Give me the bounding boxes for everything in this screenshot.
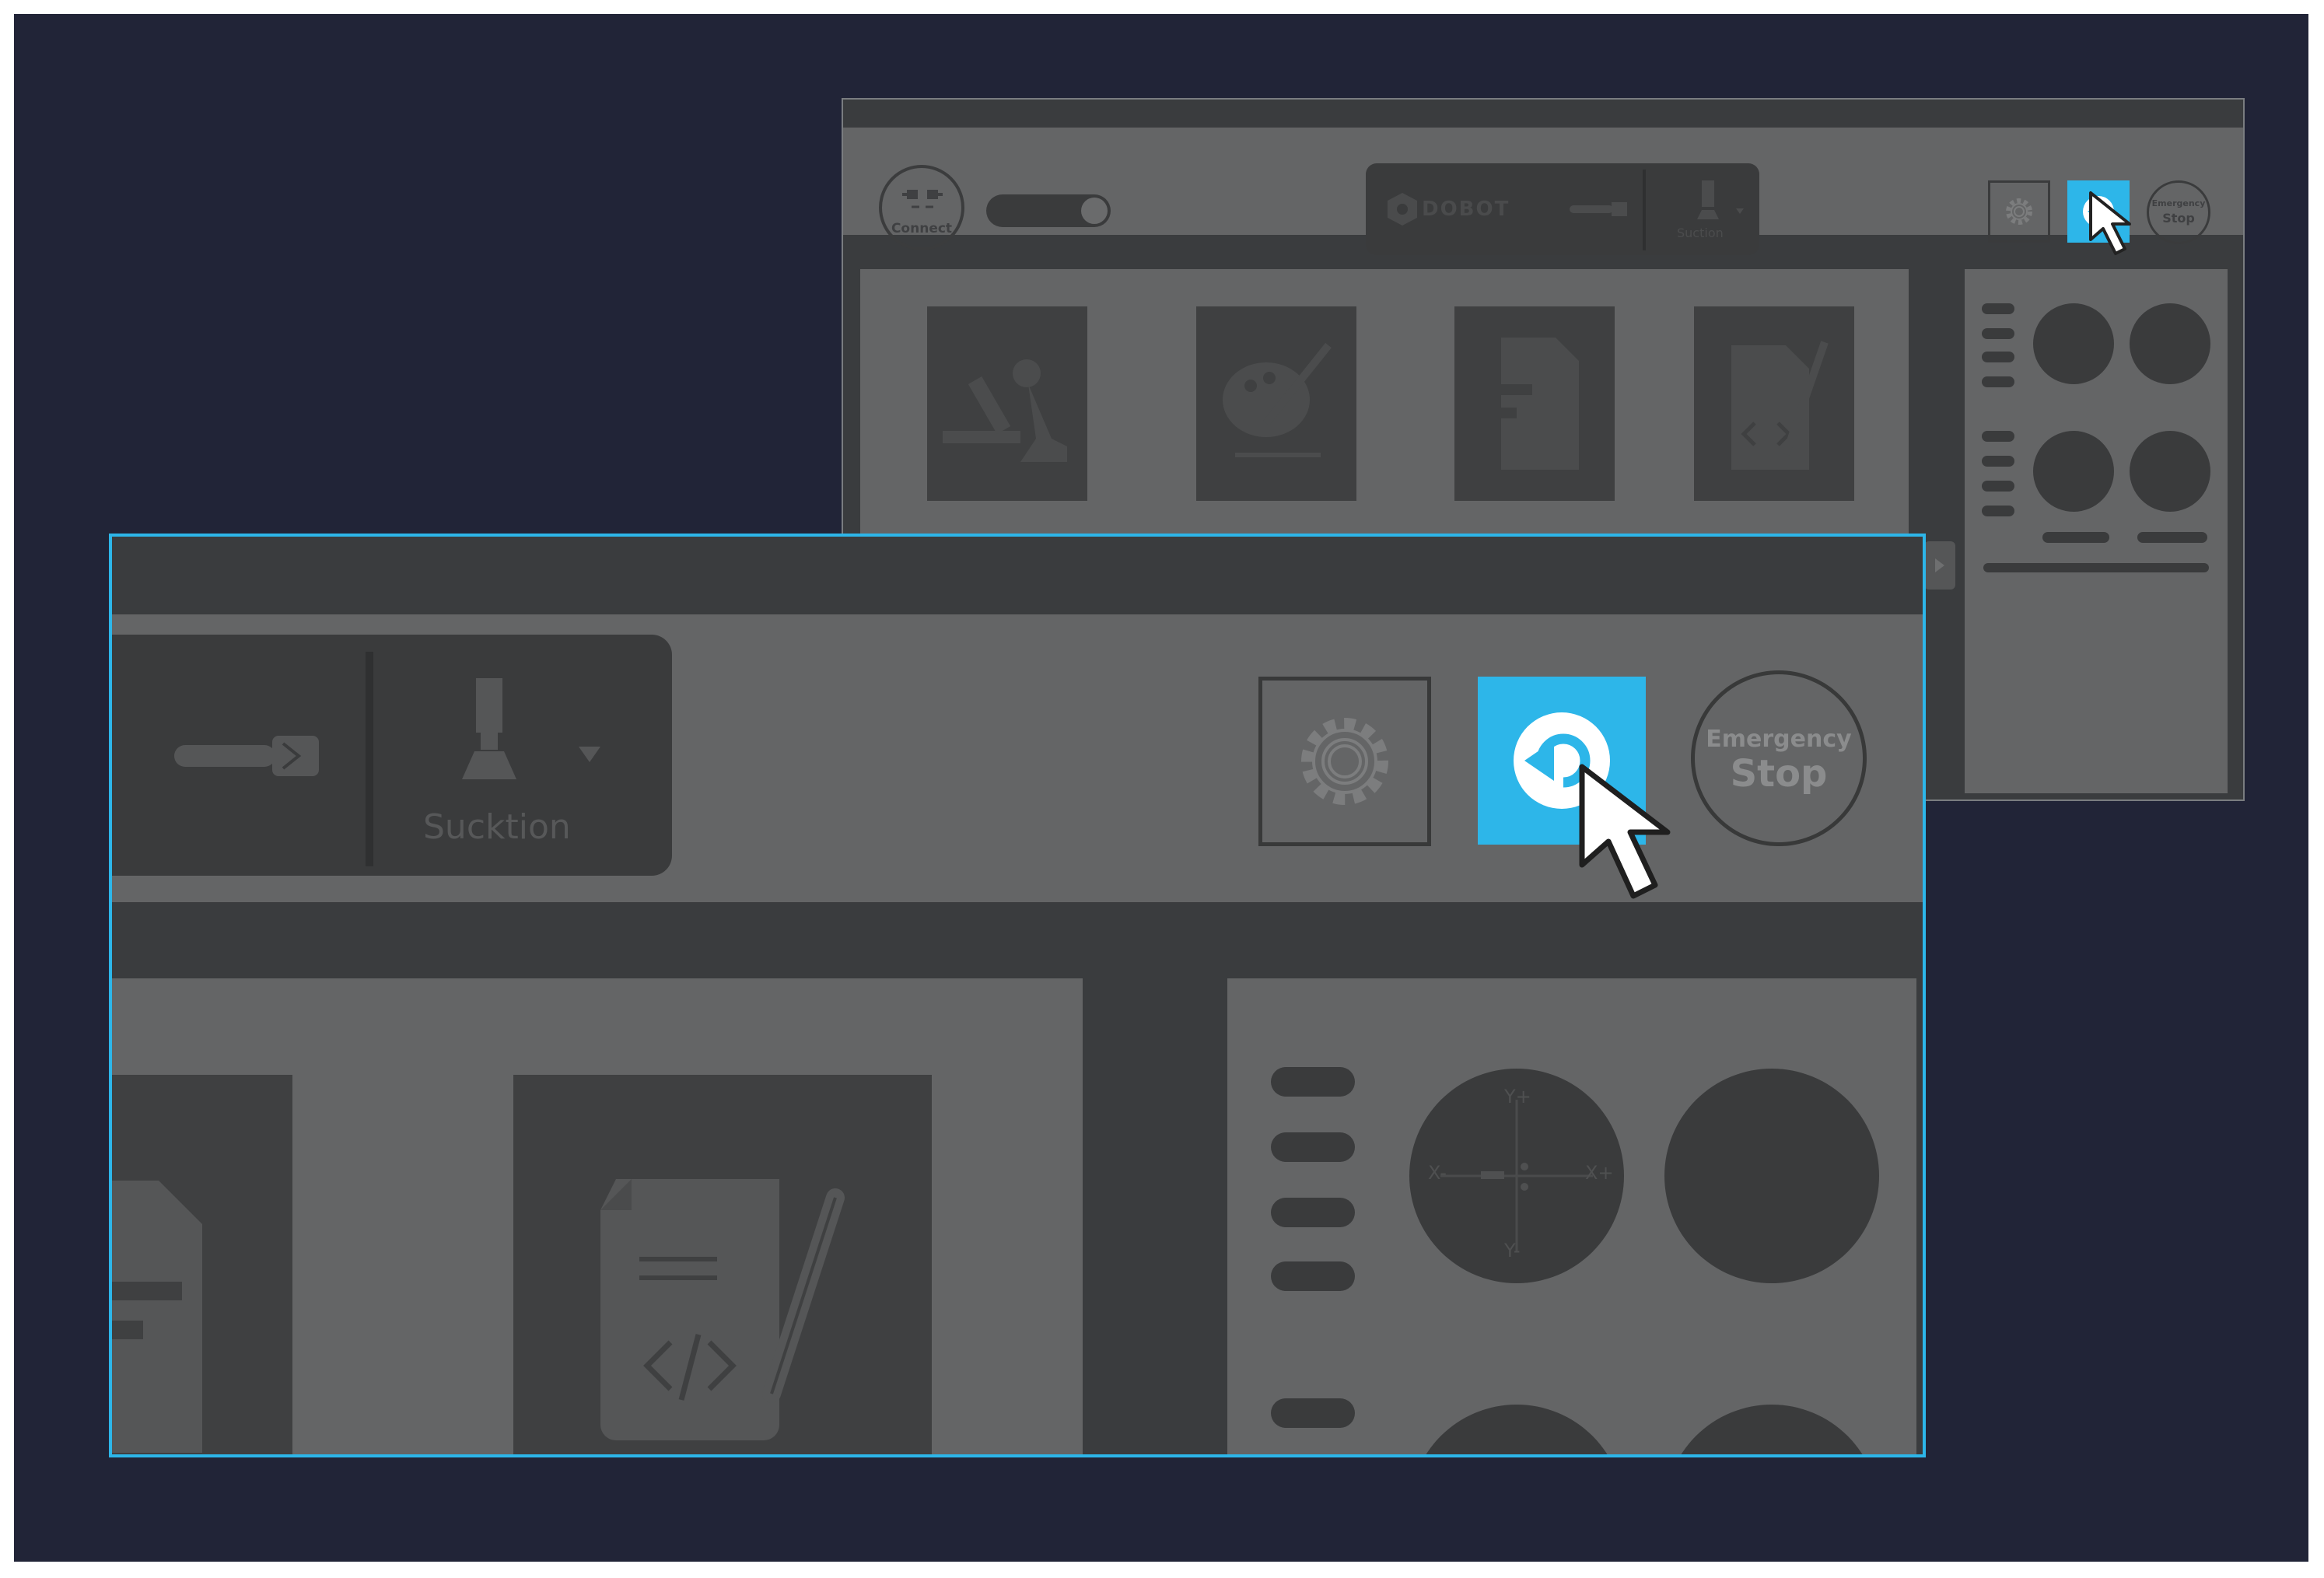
jog-mode-pill[interactable] bbox=[1271, 1398, 1355, 1428]
document-laser-icon bbox=[112, 1181, 202, 1453]
gripper-icon bbox=[1570, 202, 1627, 216]
emergency-stop-button[interactable]: Emergency Stop bbox=[1691, 670, 1867, 846]
emergency-stop-button[interactable]: Emergency Stop bbox=[2147, 180, 2210, 244]
emergency-label: Emergency bbox=[2151, 198, 2206, 208]
jog-mode-pill[interactable] bbox=[1982, 303, 2014, 314]
settings-button[interactable] bbox=[1988, 180, 2050, 243]
suction-cup-icon bbox=[462, 678, 516, 779]
end-effector-label: Suction bbox=[1677, 226, 1724, 240]
jog-pad[interactable] bbox=[1664, 1405, 1879, 1454]
jog-y-minus-label: Y- bbox=[1504, 1240, 1521, 1261]
tool-panel bbox=[112, 978, 1083, 1454]
suction-cup-icon bbox=[1697, 180, 1719, 219]
connection-toggle[interactable] bbox=[986, 194, 1111, 227]
jog-mode-pill[interactable] bbox=[1982, 431, 2014, 442]
z-jog-pad[interactable] bbox=[2130, 303, 2210, 384]
progress-bar bbox=[1983, 563, 2209, 572]
jog-mode-pill[interactable] bbox=[1982, 506, 2014, 516]
jog-mode-pill[interactable] bbox=[1982, 376, 2014, 387]
code-document-icon bbox=[600, 1179, 845, 1440]
tool-tile-robot-arm[interactable] bbox=[927, 306, 1087, 501]
jog-mode-pill[interactable] bbox=[1271, 1067, 1355, 1097]
chevron-right-icon bbox=[1935, 558, 1944, 572]
toggle-knob[interactable] bbox=[1081, 198, 1108, 224]
tool-tile-script[interactable] bbox=[1694, 306, 1854, 501]
jog-mode-pill[interactable] bbox=[1271, 1198, 1355, 1227]
jog-mode-pill[interactable] bbox=[1982, 352, 2014, 362]
emergency-label: Emergency bbox=[1706, 726, 1852, 753]
z-jog-pad[interactable] bbox=[1664, 1069, 1879, 1283]
chevron-down-icon[interactable] bbox=[579, 747, 600, 762]
tool-tile-laser[interactable] bbox=[1454, 306, 1615, 501]
stop-label: Stop bbox=[2162, 211, 2195, 226]
device-brand: DOBOT bbox=[1422, 198, 1510, 221]
tool-tile-laser[interactable] bbox=[112, 1075, 292, 1454]
speed-bar[interactable] bbox=[2137, 532, 2207, 543]
jog-pad[interactable] bbox=[2130, 431, 2210, 512]
jog-pad[interactable] bbox=[1409, 1405, 1624, 1454]
jog-mode-pill[interactable] bbox=[1982, 456, 2014, 467]
end-effector-label: Sucktion bbox=[423, 807, 571, 847]
plug-icon bbox=[902, 190, 943, 208]
stage: Connect DOBOT Suction Emergency Stop Suc… bbox=[14, 14, 2308, 1562]
zoomed-toolbar: Sucktion Emergency Stop bbox=[112, 614, 1923, 902]
jog-panel bbox=[1965, 269, 2228, 793]
mouse-pointer-icon bbox=[2089, 191, 2131, 255]
connect-label: Connect bbox=[891, 221, 953, 236]
xy-jog-pad[interactable] bbox=[2033, 303, 2114, 384]
panel-collapse-handle[interactable] bbox=[1924, 541, 1955, 590]
device-divider bbox=[366, 652, 373, 866]
device-selector[interactable]: DOBOT Suction bbox=[1366, 163, 1759, 255]
device-selector[interactable]: Sucktion bbox=[112, 635, 672, 876]
jog-pad[interactable] bbox=[2033, 431, 2114, 512]
gear-icon bbox=[1301, 718, 1388, 805]
tool-tile-draw[interactable] bbox=[1196, 306, 1356, 501]
code-document-icon bbox=[1731, 341, 1829, 470]
connect-button[interactable]: Connect bbox=[879, 165, 964, 250]
jog-panel: Y+ Y- X+ X- bbox=[1227, 978, 1916, 1454]
speed-bar[interactable] bbox=[2042, 532, 2109, 543]
device-divider bbox=[1643, 170, 1646, 250]
robot-arm-icon bbox=[943, 359, 1067, 462]
gear-icon bbox=[2006, 198, 2032, 225]
jog-x-plus-label: X+ bbox=[1585, 1162, 1614, 1184]
zoomed-window: Sucktion Emergency Stop Y+ Y- X+ X- bbox=[109, 534, 1926, 1457]
stop-label: Stop bbox=[1730, 752, 1828, 796]
mouse-pointer-icon bbox=[1579, 764, 1671, 899]
document-laser-icon bbox=[1486, 338, 1579, 470]
tool-tile-script[interactable] bbox=[513, 1075, 932, 1454]
dobot-logo-icon bbox=[1388, 193, 1417, 226]
palette-icon bbox=[1223, 342, 1332, 457]
settings-button[interactable] bbox=[1258, 677, 1431, 846]
gripper-icon bbox=[174, 736, 319, 776]
xy-jog-pad[interactable]: Y+ Y- X+ X- bbox=[1409, 1069, 1624, 1283]
jog-mode-pill[interactable] bbox=[1982, 328, 2014, 339]
top-toolbar: Connect DOBOT Suction Emergency Stop bbox=[843, 128, 2243, 255]
jog-mode-pill[interactable] bbox=[1982, 481, 2014, 492]
chevron-down-icon[interactable] bbox=[1736, 208, 1744, 214]
jog-mode-pill[interactable] bbox=[1271, 1132, 1355, 1162]
jog-y-plus-label: Y+ bbox=[1504, 1086, 1531, 1107]
jog-x-minus-label: X- bbox=[1428, 1162, 1447, 1184]
jog-mode-pill[interactable] bbox=[1271, 1261, 1355, 1291]
